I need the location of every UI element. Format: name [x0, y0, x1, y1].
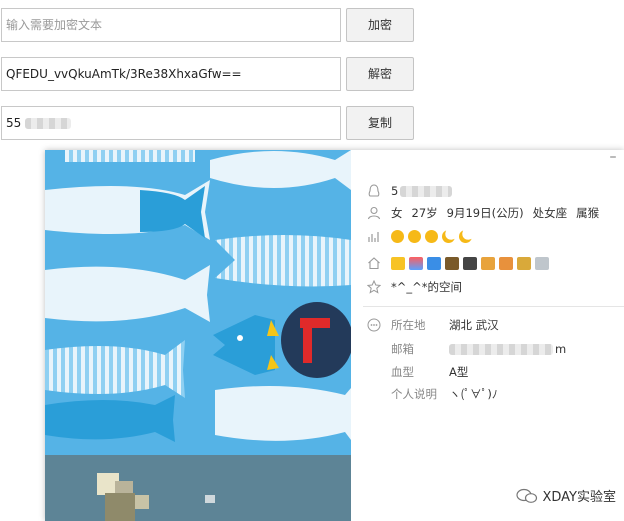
bio-row: 个人说明 ヽ(ﾟ∀ﾟ)ﾉ	[391, 385, 498, 403]
email-row: 邮箱 m	[391, 340, 566, 358]
bio-label: 个人说明	[391, 387, 437, 401]
result-text: 55	[6, 116, 22, 130]
profile-card: – 5 女 27岁 9月19日(公历) 处女座 属猴 *^_^*的空间 所在地 …	[45, 150, 624, 521]
penguin-body	[281, 302, 351, 378]
profile-cover-art	[45, 150, 351, 521]
house-icon	[367, 256, 381, 270]
space-name[interactable]: *^_^*的空间	[391, 279, 462, 295]
cover-bottom-band	[45, 455, 351, 521]
more-icon	[367, 318, 381, 332]
pet-icon[interactable]	[463, 256, 477, 270]
music-icon[interactable]	[499, 256, 513, 270]
diamond-icon[interactable]	[535, 256, 549, 270]
services-row	[367, 254, 553, 272]
email-label: 邮箱	[391, 342, 414, 356]
qq-number-row: 5	[367, 182, 453, 200]
watermark: XDAY实验室	[516, 486, 616, 505]
ciphertext-input[interactable]: QFEDU_vvQkuAmTk/3Re38XhxaGfw==	[1, 57, 341, 91]
decrypt-button[interactable]: 解密	[346, 57, 414, 91]
star-icon[interactable]	[391, 256, 405, 270]
location-label: 所在地	[391, 318, 426, 332]
blood-row: 血型 A型	[391, 363, 468, 381]
game-icon[interactable]	[445, 256, 459, 270]
location-value: 湖北 武汉	[449, 318, 499, 332]
sun-icon	[391, 229, 404, 243]
watermark-text: XDAY实验室	[542, 490, 616, 505]
sun-icon	[408, 229, 421, 243]
profile-info-panel: – 5 女 27岁 9月19日(公历) 处女座 属猴 *^_^*的空间 所在地 …	[351, 150, 624, 521]
location-row: 所在地 湖北 武汉	[367, 316, 499, 334]
gender: 女	[391, 206, 403, 220]
sun-icon	[425, 229, 438, 243]
basic-info-row: 女 27岁 9月19日(公历) 处女座 属猴	[367, 204, 599, 222]
email-redacted	[449, 343, 553, 355]
bio-value: ヽ(ﾟ∀ﾟ)ﾉ	[449, 387, 498, 401]
qq-redacted	[400, 185, 453, 197]
zodiac: 处女座	[532, 206, 568, 220]
minimize-button[interactable]: –	[606, 150, 620, 164]
person-icon	[367, 206, 381, 220]
character-icon[interactable]	[481, 256, 495, 270]
gift-icon[interactable]	[517, 256, 531, 270]
qq-number: 5	[391, 184, 399, 198]
age: 27岁	[411, 206, 438, 220]
photo-icon[interactable]	[427, 256, 441, 270]
result-input[interactable]: 55	[1, 106, 341, 140]
copy-button[interactable]: 复制	[346, 106, 414, 140]
moon-icon	[442, 229, 455, 243]
blood-type-value: A型	[449, 365, 469, 379]
plaintext-input[interactable]: 输入需要加密文本	[1, 8, 341, 42]
space-row[interactable]: *^_^*的空间	[367, 278, 462, 296]
encrypt-button[interactable]: 加密	[346, 8, 414, 42]
penguin-icon	[367, 184, 381, 198]
level-row	[367, 227, 476, 245]
divider	[363, 306, 624, 307]
redacted-blur	[25, 118, 72, 129]
wechat-logo-icon	[516, 488, 538, 504]
email-value: m	[555, 342, 567, 356]
level-chart-icon	[367, 229, 381, 243]
moon-icon	[459, 229, 472, 243]
star-outline-icon	[367, 280, 381, 294]
birthday: 9月19日(公历)	[446, 206, 524, 220]
chinese-zodiac: 属猴	[576, 206, 600, 220]
blood-type-label: 血型	[391, 365, 414, 379]
video-icon[interactable]	[409, 256, 423, 270]
